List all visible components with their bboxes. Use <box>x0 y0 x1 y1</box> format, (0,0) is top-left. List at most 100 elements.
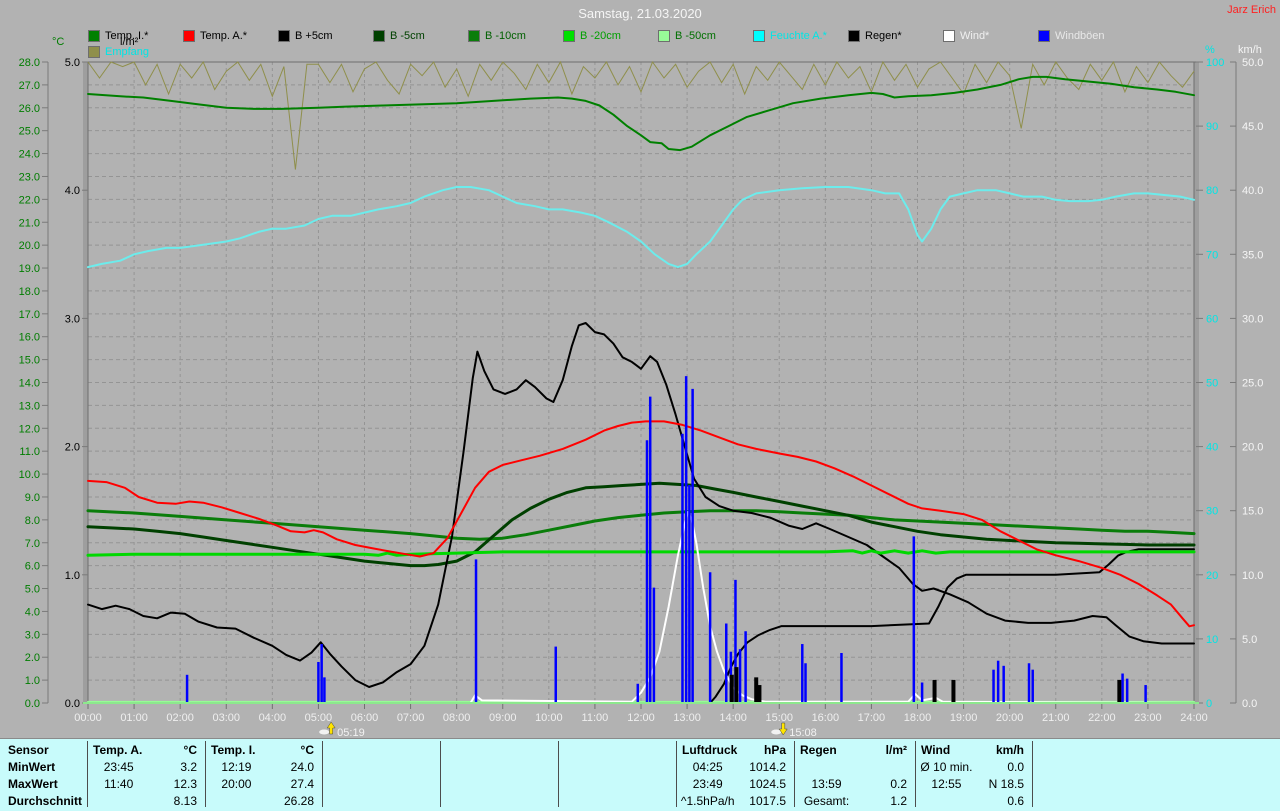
table-separator <box>322 741 323 807</box>
axis-label-temp: 27.0 <box>19 80 40 92</box>
axis-label-humidity: 80 <box>1206 185 1218 197</box>
axis-label-time: 19:00 <box>950 712 978 724</box>
table-cell: ^1.5hPa/h1017.5 <box>678 794 792 808</box>
axis-label-time: 12:00 <box>627 712 655 724</box>
axis-label-temp: 1.0 <box>25 675 40 687</box>
axis-label-humidity: 30 <box>1206 506 1218 518</box>
axis-label-time: 21:00 <box>1042 712 1070 724</box>
cell-value: 0.2 <box>857 777 913 791</box>
axis-label-time: 05:00 <box>305 712 333 724</box>
axis-label-time: 04:00 <box>259 712 287 724</box>
cell-value: 1024.5 <box>737 777 792 791</box>
axis-label-temp: 2.0 <box>25 652 40 664</box>
cell-time: Ø 10 min. <box>917 760 976 774</box>
col-unit: km/h <box>973 743 1031 757</box>
axis-label-temp: 10.0 <box>19 469 40 481</box>
axis-label-wind: 40.0 <box>1242 185 1263 197</box>
table-corner-label: Sensor <box>8 743 49 757</box>
cell-time: Gesamt: <box>796 794 857 808</box>
cell-time: 13:59 <box>796 777 857 791</box>
axis-label-humidity: 0 <box>1206 698 1212 710</box>
axis-label-temp: 26.0 <box>19 103 40 115</box>
col-unit: °C <box>263 743 321 757</box>
axis-label-rain: 0.0 <box>65 698 80 710</box>
table-separator <box>794 741 795 807</box>
sunset-icon <box>771 730 781 735</box>
table-separator <box>676 741 677 807</box>
axis-label-time: 18:00 <box>904 712 932 724</box>
table-separator <box>558 741 559 807</box>
axis-label-temp: 28.0 <box>19 57 40 69</box>
cell-value: 0.6 <box>976 794 1030 808</box>
axis-label-temp: 20.0 <box>19 240 40 252</box>
cell-value: 3.2 <box>148 760 203 774</box>
axis-label-time: 07:00 <box>397 712 425 724</box>
table-separator <box>205 741 206 807</box>
axis-label-rain: 4.0 <box>65 185 80 197</box>
table-cell: 12:55N 18.5 <box>917 777 1030 791</box>
axis-label-temp: 16.0 <box>19 332 40 344</box>
axis-label-humidity: 90 <box>1206 121 1218 133</box>
table-cell: 13:590.2 <box>796 777 913 791</box>
cell-time: 11:40 <box>89 777 148 791</box>
sunrise-icon <box>319 730 329 735</box>
col-name: Temp. I. <box>207 743 263 757</box>
table-row-label-durchschnitt: Durchschnitt <box>8 794 82 808</box>
table-col-header-temp-i: Temp. I.°C <box>207 743 320 757</box>
axis-label-time: 17:00 <box>858 712 886 724</box>
axis-label-temp: 21.0 <box>19 217 40 229</box>
axis-label-rain: 1.0 <box>65 570 80 582</box>
axis-label-time: 24:00 <box>1180 712 1208 724</box>
table-cell: 23:453.2 <box>89 760 203 774</box>
weather-chart: 28.027.026.025.024.023.022.021.020.019.0… <box>0 0 1280 738</box>
axis-label-temp: 9.0 <box>25 492 40 504</box>
axis-label-wind: 5.0 <box>1242 634 1257 646</box>
cell-value: N 18.5 <box>976 777 1030 791</box>
axis-label-temp: 4.0 <box>25 606 40 618</box>
table-col-header-temp-a: Temp. A.°C <box>89 743 203 757</box>
axis-label-humidity: 70 <box>1206 249 1218 261</box>
axis-label-temp: 18.0 <box>19 286 40 298</box>
cell-time: 04:25 <box>678 760 737 774</box>
table-separator <box>915 741 916 807</box>
cell-time: 23:45 <box>89 760 148 774</box>
axis-label-temp: 17.0 <box>19 309 40 321</box>
col-unit: °C <box>145 743 203 757</box>
cell-value: 27.4 <box>266 777 320 791</box>
cell-value: 24.0 <box>266 760 320 774</box>
axis-label-temp: 0.0 <box>25 698 40 710</box>
axis-label-temp: 14.0 <box>19 378 40 390</box>
axis-label-time: 00:00 <box>74 712 102 724</box>
table-separator <box>440 741 441 807</box>
axis-label-wind: 20.0 <box>1242 442 1263 454</box>
axis-label-wind: 10.0 <box>1242 570 1263 582</box>
axis-label-humidity: 60 <box>1206 313 1218 325</box>
axis-label-wind: 25.0 <box>1242 378 1263 390</box>
axis-label-time: 01:00 <box>120 712 148 724</box>
axis-label-time: 08:00 <box>443 712 471 724</box>
axis-label-time: 03:00 <box>212 712 240 724</box>
table-col-header-wind: Windkm/h <box>917 743 1030 757</box>
axis-label-humidity: 20 <box>1206 570 1218 582</box>
table-cell: Gesamt:1.2 <box>796 794 913 808</box>
table-separator <box>1032 741 1033 807</box>
axis-label-temp: 22.0 <box>19 194 40 206</box>
table-cell: 12:1924.0 <box>207 760 320 774</box>
table-row-label-minwert: MinWert <box>8 760 55 774</box>
axis-label-time: 13:00 <box>673 712 701 724</box>
col-name: Luftdruck <box>678 743 737 757</box>
col-unit: l/m² <box>854 743 914 757</box>
axis-label-humidity: 10 <box>1206 634 1218 646</box>
cell-time: ^1.5hPa/h <box>678 794 737 808</box>
table-separator <box>87 741 88 807</box>
table-cell: 20:0027.4 <box>207 777 320 791</box>
axis-label-humidity: 40 <box>1206 442 1218 454</box>
axis-label-time: 10:00 <box>535 712 563 724</box>
axis-label-time: 20:00 <box>996 712 1024 724</box>
axis-label-rain: 5.0 <box>65 57 80 69</box>
table-col-header-luftdruck: LuftdruckhPa <box>678 743 792 757</box>
table-cell: 11:4012.3 <box>89 777 203 791</box>
axis-label-time: 06:00 <box>351 712 379 724</box>
sunset-time-label: 15:08 <box>789 727 817 738</box>
table-cell: 0.6 <box>917 794 1030 808</box>
